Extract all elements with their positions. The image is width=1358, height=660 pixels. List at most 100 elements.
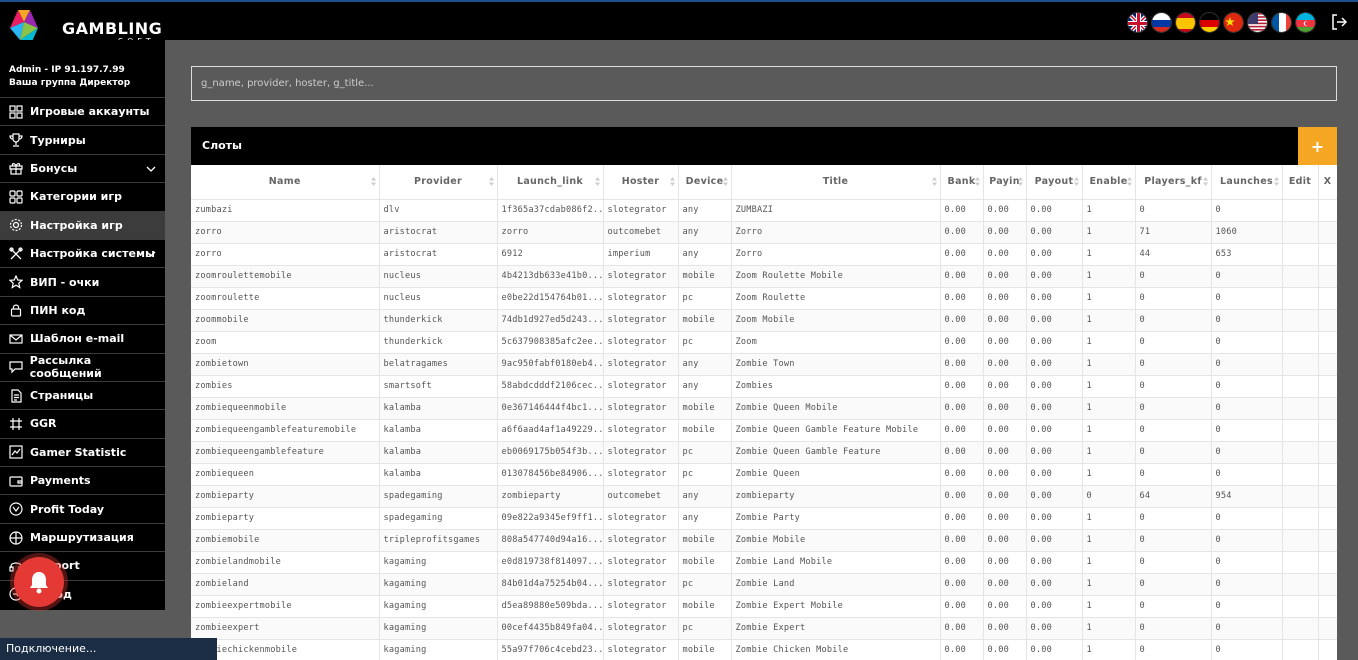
delete-cell[interactable] (1318, 617, 1337, 640)
table-row[interactable]: zombieexpert kagaming 00cef4435b849fa04...… (191, 617, 1337, 640)
delete-cell[interactable] (1318, 573, 1337, 596)
table-row[interactable]: zombieexpertmobile kagaming d5ea89880e509b… (191, 595, 1337, 618)
sidebar-item-8[interactable]: Шаблон e-mail (0, 324, 165, 352)
azerbaijan-flag-icon[interactable] (1295, 12, 1316, 33)
delete-cell[interactable] (1318, 507, 1337, 530)
column-header-title[interactable]: Title (731, 165, 941, 200)
edit-cell[interactable] (1282, 463, 1319, 486)
edit-cell[interactable] (1282, 265, 1319, 288)
delete-cell[interactable] (1318, 595, 1337, 618)
delete-cell[interactable] (1318, 221, 1337, 244)
delete-cell[interactable] (1318, 397, 1337, 420)
table-row[interactable]: zombieland kagaming 84b01d4a75254b04... slo… (191, 573, 1337, 596)
sidebar-item-13[interactable]: Payments (0, 466, 165, 494)
delete-cell[interactable] (1318, 441, 1337, 464)
add-slot-button[interactable]: + (1298, 127, 1337, 165)
column-header-bank[interactable]: Bank (940, 165, 984, 200)
edit-cell[interactable] (1282, 375, 1319, 398)
table-row[interactable]: zombieparty spadegaming zombieparty outcome… (191, 485, 1337, 508)
uk-flag-icon[interactable] (1127, 12, 1148, 33)
table-row[interactable]: zorro aristocrat 6912 imperium any Zorro 0.00 0… (191, 243, 1337, 266)
edit-cell[interactable] (1282, 419, 1319, 442)
sidebar-item-15[interactable]: Маршрутизация (0, 522, 165, 551)
spain-flag-icon[interactable] (1175, 12, 1196, 33)
sidebar-item-0[interactable]: Игровые аккаунты (0, 97, 165, 125)
edit-cell[interactable] (1282, 507, 1319, 530)
table-row[interactable]: zombiequeenmobile kalamba 0e367146444f4bc1… (191, 397, 1337, 420)
delete-cell[interactable] (1318, 375, 1337, 398)
sidebar-item-1[interactable]: Турниры (0, 125, 165, 153)
edit-cell[interactable] (1282, 573, 1319, 596)
edit-cell[interactable] (1282, 397, 1319, 420)
table-row[interactable]: zombies smartsoft 58abdcdddf2106cec... slot… (191, 375, 1337, 398)
table-row[interactable]: zoomroulette nucleus e0be22d154764b01... sl… (191, 287, 1337, 310)
germany-flag-icon[interactable] (1199, 12, 1220, 33)
column-header-provider[interactable]: Provider (379, 165, 498, 200)
edit-cell[interactable] (1282, 551, 1319, 574)
sidebar-item-11[interactable]: GGR (0, 409, 165, 437)
delete-cell[interactable] (1318, 199, 1337, 222)
table-row[interactable]: zombiequeen kalamba 013078456be84906... slo… (191, 463, 1337, 486)
sidebar-item-7[interactable]: ПИН код (0, 295, 165, 324)
column-header-hoster[interactable]: Hoster (603, 165, 679, 200)
edit-cell[interactable] (1282, 617, 1319, 640)
table-row[interactable]: zombiequeengamblefeature kalamba eb0069175… (191, 441, 1337, 464)
delete-cell[interactable] (1318, 243, 1337, 266)
column-header-payout[interactable]: Payout (1026, 165, 1083, 200)
edit-cell[interactable] (1282, 639, 1319, 660)
france-flag-icon[interactable] (1271, 12, 1292, 33)
edit-cell[interactable] (1282, 353, 1319, 376)
table-row[interactable]: zoom thunderkick 5c637908385afc2ee... slote… (191, 331, 1337, 354)
table-row[interactable]: zombiemobile tripleprofitsgames 808a547740… (191, 529, 1337, 552)
delete-cell[interactable] (1318, 529, 1337, 552)
logout-icon[interactable] (1330, 13, 1348, 31)
russia-flag-icon[interactable] (1151, 12, 1172, 33)
delete-cell[interactable] (1318, 639, 1337, 660)
delete-cell[interactable] (1318, 331, 1337, 354)
table-row[interactable]: zombietown belatragames 9ac950fabf0180eb4.… (191, 353, 1337, 376)
delete-cell[interactable] (1318, 309, 1337, 332)
notification-bell-button[interactable] (14, 557, 64, 607)
sidebar-item-2[interactable]: Бонусы (0, 153, 165, 182)
column-header-payin[interactable]: Payin (983, 165, 1027, 200)
table-row[interactable]: zombiechickenmobile kagaming 55a97f706c4ce… (191, 639, 1337, 660)
delete-cell[interactable] (1318, 419, 1337, 442)
delete-cell[interactable] (1318, 353, 1337, 376)
column-header-players-kf[interactable]: Players_kf (1135, 165, 1212, 200)
sidebar-item-12[interactable]: Gamer Statistic (0, 437, 165, 466)
delete-cell[interactable] (1318, 265, 1337, 288)
edit-cell[interactable] (1282, 441, 1319, 464)
column-header-name[interactable]: Name (191, 165, 380, 200)
edit-cell[interactable] (1282, 287, 1319, 310)
delete-cell[interactable] (1318, 463, 1337, 486)
delete-cell[interactable] (1318, 485, 1337, 508)
sidebar-item-9[interactable]: Рассылка сообщений (0, 352, 165, 381)
column-header-launch-link[interactable]: Launch_link (497, 165, 604, 200)
sidebar-item-14[interactable]: Profit Today (0, 494, 165, 522)
table-row[interactable]: zombiequeengamblefeaturemobile kalamba a6f… (191, 419, 1337, 442)
table-row[interactable]: zoommobile thunderkick 74db1d927ed5d243...… (191, 309, 1337, 332)
edit-cell[interactable] (1282, 243, 1319, 266)
delete-cell[interactable] (1318, 287, 1337, 310)
sidebar-item-4[interactable]: Настройка игр (0, 210, 165, 239)
usa-flag-icon[interactable] (1247, 12, 1268, 33)
column-header-launches[interactable]: Launches (1211, 165, 1283, 200)
sidebar-item-6[interactable]: ВИП - очки (0, 267, 165, 295)
edit-cell[interactable] (1282, 331, 1319, 354)
column-header-device[interactable]: Device (678, 165, 732, 200)
table-row[interactable]: zumbazi dlv 1f365a37cdab086f2... slotegrato… (191, 199, 1337, 222)
sidebar-item-3[interactable]: Категории игр (0, 182, 165, 210)
table-row[interactable]: zombieparty spadegaming 09e822a9345ef9ff1.… (191, 507, 1337, 530)
edit-cell[interactable] (1282, 595, 1319, 618)
sidebar-item-5[interactable]: Настройка системы (0, 238, 165, 267)
table-row[interactable]: zorro aristocrat zorro outcomebet any Zorro 0.… (191, 221, 1337, 244)
edit-cell[interactable] (1282, 529, 1319, 552)
edit-cell[interactable] (1282, 199, 1319, 222)
search-input[interactable]: g_name, provider, hoster, g_title... (191, 66, 1337, 101)
sidebar-item-10[interactable]: Страницы (0, 380, 165, 409)
edit-cell[interactable] (1282, 309, 1319, 332)
delete-cell[interactable] (1318, 551, 1337, 574)
china-flag-icon[interactable] (1223, 12, 1244, 33)
table-row[interactable]: zoomroulettemobile nucleus 4b4213db633e41b… (191, 265, 1337, 288)
table-row[interactable]: zombielandmobile kagaming e0d819738f814097… (191, 551, 1337, 574)
